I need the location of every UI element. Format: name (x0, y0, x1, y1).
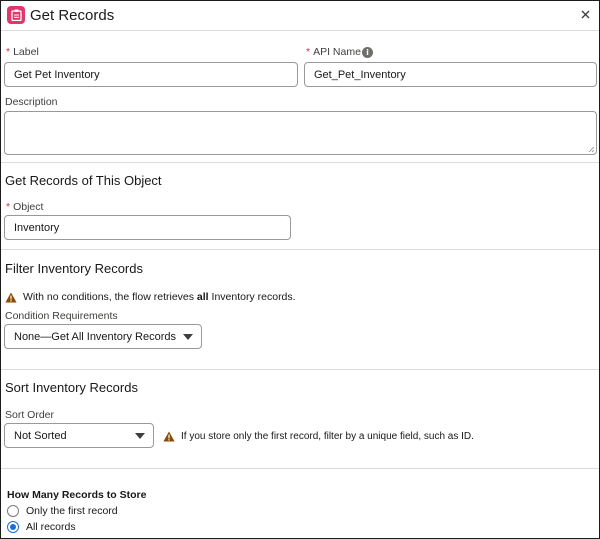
chevron-down-icon (135, 433, 145, 439)
get-records-panel: Get Records *Label *API Name i Descripti… (0, 0, 600, 539)
store-section-title: How Many Records to Store (7, 489, 147, 501)
radio-all-records[interactable]: All records (7, 521, 76, 533)
api-name-input[interactable] (304, 62, 597, 87)
sort-order-label: Sort Order (5, 409, 55, 421)
section-divider (1, 369, 599, 370)
section-divider (1, 468, 599, 469)
warning-icon (5, 292, 17, 302)
filter-warning: With no conditions, the flow retrieves a… (5, 291, 296, 303)
radio-button[interactable] (7, 521, 19, 533)
sort-order-select[interactable]: Not Sorted (4, 423, 154, 448)
description-textarea[interactable] (4, 111, 597, 155)
radio-label: All records (26, 521, 76, 533)
clipboard-icon (7, 6, 25, 24)
panel-header: Get Records (1, 1, 599, 31)
sort-hint: If you store only the first record, filt… (163, 431, 474, 442)
condition-requirements-value: None—Get All Inventory Records (14, 330, 177, 343)
condition-requirements-select[interactable]: None—Get All Inventory Records (4, 324, 202, 349)
object-section-title: Get Records of This Object (5, 173, 162, 188)
filter-section-title: Filter Inventory Records (5, 261, 143, 276)
sort-hint-text: If you store only the first record, filt… (181, 431, 474, 442)
description-field-label: Description (5, 96, 58, 108)
radio-button[interactable] (7, 505, 19, 517)
radio-label: Only the first record (26, 505, 118, 517)
section-divider (1, 249, 599, 250)
close-icon (581, 10, 589, 18)
info-icon[interactable]: i (362, 47, 373, 58)
label-input[interactable] (4, 62, 298, 87)
radio-only-first-record[interactable]: Only the first record (7, 505, 118, 517)
required-marker: * (306, 46, 311, 58)
panel-title: Get Records (30, 7, 115, 24)
condition-requirements-label: Condition Requirements (5, 310, 118, 322)
warning-text: With no conditions, the flow retrieves a… (23, 291, 296, 303)
required-marker: * (6, 46, 11, 58)
chevron-down-icon (183, 334, 193, 340)
sort-section-title: Sort Inventory Records (5, 380, 138, 395)
sort-order-value: Not Sorted (14, 429, 67, 442)
object-field-label: * Object (6, 201, 44, 213)
warning-icon (163, 431, 175, 442)
close-button[interactable] (578, 7, 592, 21)
object-input[interactable] (4, 215, 291, 240)
section-divider (1, 162, 599, 163)
label-field-label: * Label (6, 46, 39, 58)
api-name-field-label: * API Name (306, 46, 361, 58)
required-marker: * (6, 201, 11, 213)
